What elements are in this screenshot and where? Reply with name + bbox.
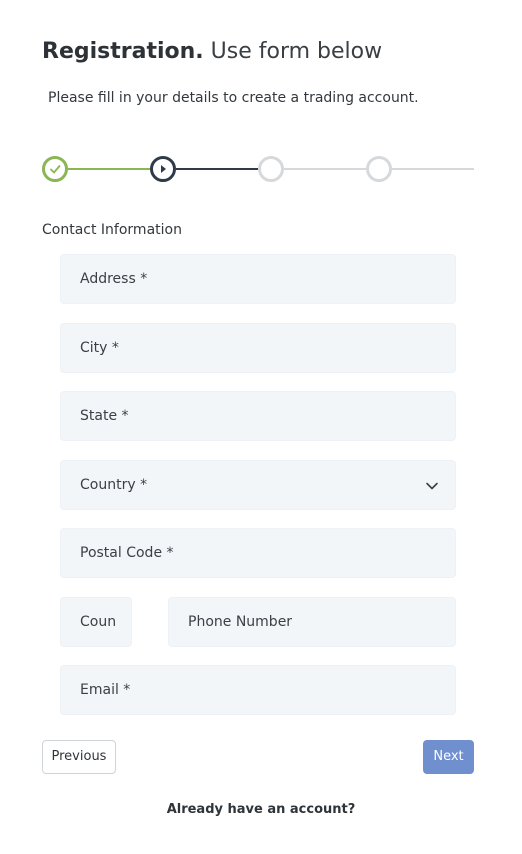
page-title-strong: Registration. (42, 39, 204, 64)
city-field[interactable]: City * (60, 323, 456, 373)
state-field[interactable]: State * (60, 391, 456, 441)
step-4-upcoming (366, 156, 392, 182)
country-placeholder: Country * (80, 477, 148, 493)
page-title: Registration. Use form below (42, 38, 382, 66)
next-button[interactable]: Next (423, 740, 474, 774)
phone-number-field[interactable]: Phone Number (168, 597, 456, 647)
login-link[interactable]: Already have an account? (0, 800, 522, 820)
step-connector-3 (284, 168, 366, 170)
chevron-down-icon (426, 482, 438, 490)
step-connector-4 (392, 168, 474, 170)
address-placeholder: Address * (80, 271, 148, 287)
country-select[interactable]: Country * (60, 460, 456, 510)
previous-button[interactable]: Previous (42, 740, 116, 774)
postal-code-placeholder: Postal Code * (80, 545, 174, 561)
step-3-upcoming (258, 156, 284, 182)
page-title-light: Use form below (210, 39, 383, 64)
check-icon (50, 165, 61, 174)
city-placeholder: City * (80, 340, 119, 356)
postal-code-field[interactable]: Postal Code * (60, 528, 456, 578)
step-connector-2 (176, 168, 258, 170)
progress-stepper (42, 156, 474, 182)
page-subtitle: Please fill in your details to create a … (48, 90, 419, 106)
play-icon (161, 165, 166, 173)
step-connector-1 (68, 168, 150, 170)
step-2-current (150, 156, 176, 182)
state-placeholder: State * (80, 408, 129, 424)
email-field[interactable]: Email * (60, 665, 456, 715)
country-code-field[interactable]: Coun (60, 597, 132, 647)
country-code-placeholder: Coun (80, 614, 116, 630)
phone-number-placeholder: Phone Number (188, 614, 293, 630)
address-field[interactable]: Address * (60, 254, 456, 304)
section-label-contact: Contact Information (42, 222, 182, 238)
step-1-completed (42, 156, 68, 182)
email-placeholder: Email * (80, 682, 131, 698)
registration-page: Registration. Use form below Please fill… (0, 0, 522, 854)
